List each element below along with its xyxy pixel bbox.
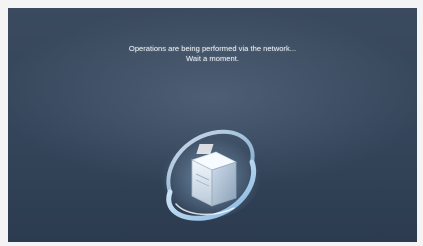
busy-screen: Operations are being performed via the n… <box>8 8 417 242</box>
display-bezel: Operations are being performed via the n… <box>0 0 423 246</box>
printer-busy-icon <box>156 118 266 228</box>
status-message-line-1: Operations are being performed via the n… <box>128 44 297 53</box>
status-message-line-2: Wait a moment. <box>186 53 239 63</box>
status-message: Operations are being performed via the n… <box>8 44 417 63</box>
